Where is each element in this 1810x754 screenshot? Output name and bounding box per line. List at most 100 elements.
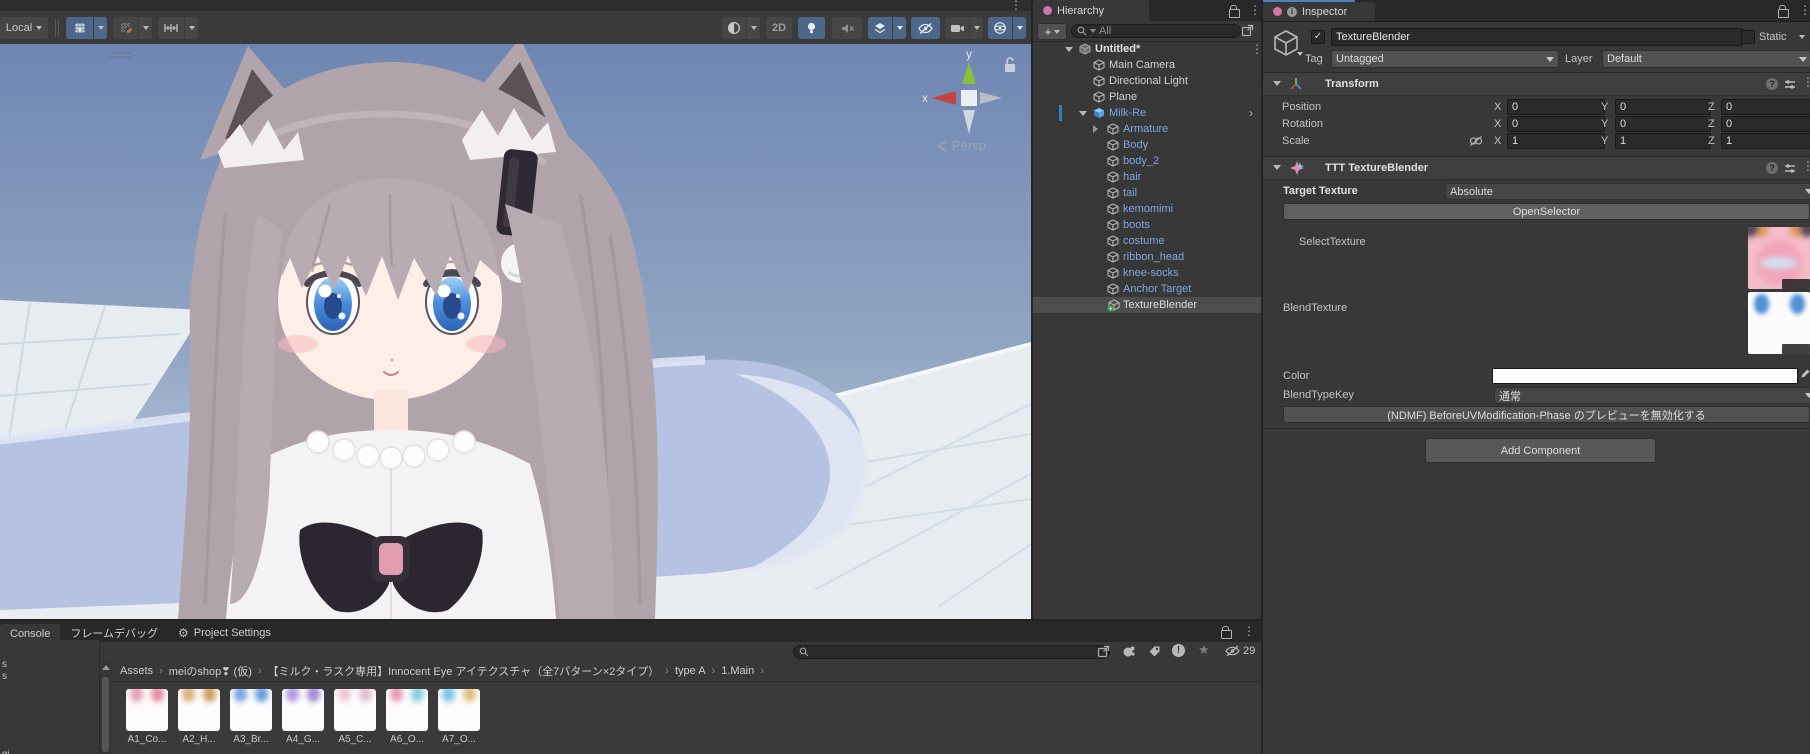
gizmo-down-axis[interactable] (963, 110, 975, 134)
snap-increment-button[interactable] (158, 17, 184, 39)
inspector-tab[interactable]: i Inspector (1263, 2, 1375, 21)
active-checkbox[interactable]: ✓ (1311, 30, 1325, 44)
kebab-menu-icon[interactable]: ⋮ (1243, 625, 1255, 637)
hierarchy-item-textureblender[interactable]: TextureBlender (1033, 297, 1261, 313)
gizmo-x-axis[interactable] (932, 91, 956, 105)
gizmo-y-axis[interactable] (962, 62, 976, 84)
breadcrumb-segment[interactable]: meiのshop❣ (仮) (169, 663, 252, 679)
hierarchy-item-directional-light[interactable]: Directional Light (1033, 73, 1261, 89)
hierarchy-item-kemomimi[interactable]: kemomimi (1033, 201, 1261, 217)
hierarchy-item-main-camera[interactable]: Main Camera (1033, 57, 1261, 73)
project-file-thumbnail[interactable] (438, 689, 480, 731)
scrollbar-up-arrow[interactable] (102, 665, 110, 670)
ndmf-preview-disable-button[interactable]: (NDMF) BeforeUVModification-Phase のプレビュー… (1283, 406, 1810, 423)
project-search-input[interactable] (793, 645, 1110, 659)
select-texture-thumbnail[interactable] (1748, 227, 1810, 289)
position-x-field[interactable]: 0 (1507, 99, 1605, 115)
scene-audio-button[interactable] (832, 17, 862, 39)
scene-camera-dropdown[interactable] (970, 17, 983, 39)
alert-icon[interactable]: ! (1172, 644, 1185, 657)
hierarchy-item-milk-re[interactable]: Milk-Re› (1033, 105, 1261, 121)
layer-dropdown[interactable]: Default (1602, 50, 1810, 68)
shading-mode-button[interactable] (722, 17, 746, 39)
hierarchy-item-ribbon-head[interactable]: ribbon_head (1033, 249, 1261, 265)
presets-icon[interactable] (1784, 79, 1796, 90)
2d-toggle-button[interactable]: 2D (766, 17, 792, 39)
search-by-label-icon[interactable] (1148, 645, 1161, 658)
eyedropper-icon[interactable] (1800, 368, 1810, 382)
hierarchy-item-armature[interactable]: Armature (1033, 121, 1261, 137)
project-file-name[interactable]: A2_H... (173, 734, 225, 745)
transform-header[interactable]: Transform ? ⋮ (1263, 72, 1810, 96)
scene-orientation-gizmo[interactable]: y x Persp (900, 46, 1030, 161)
add-gameobject-button[interactable]: + (1037, 23, 1067, 40)
foldout-arrow-icon[interactable] (1273, 165, 1281, 170)
folder-tree-item-label[interactable]: s (2, 671, 7, 682)
rotation-z-field[interactable]: 0 (1721, 116, 1810, 132)
project-file-thumbnail[interactable] (178, 689, 220, 731)
hierarchy-item-hair[interactable]: hair (1033, 169, 1261, 185)
rotation-y-field[interactable]: 0 (1615, 116, 1711, 132)
snap-grid-button[interactable] (113, 17, 138, 39)
foldout-closed-icon[interactable] (1093, 125, 1098, 133)
breadcrumb-segment[interactable]: type A (675, 665, 706, 677)
open-new-window-icon[interactable] (1241, 24, 1254, 37)
folder-tree-item-label[interactable]: gi (2, 749, 10, 754)
blend-type-key-dropdown[interactable]: 通常 (1494, 387, 1810, 404)
scale-z-field[interactable]: 1 (1721, 133, 1810, 149)
overlay-drag-handle[interactable] (108, 50, 134, 60)
breadcrumb-segment[interactable]: 1.Main (721, 665, 754, 677)
pivot-orientation-dropdown[interactable]: Local (0, 17, 48, 39)
target-texture-dropdown[interactable]: Absolute (1445, 183, 1810, 200)
kebab-menu-icon[interactable]: ⋮ (1802, 160, 1810, 172)
position-y-field[interactable]: 0 (1615, 99, 1711, 115)
texture-blender-header[interactable]: TTT TextureBlender ? ⋮ (1263, 156, 1810, 180)
project-file-thumbnail[interactable] (334, 689, 376, 731)
star-icon[interactable]: ★ (1198, 642, 1210, 658)
search-by-type-icon[interactable] (1122, 645, 1136, 658)
scale-y-field[interactable]: 1 (1615, 133, 1711, 149)
project-file-thumbnail[interactable] (230, 689, 272, 731)
project-file-name[interactable]: A3_Br... (225, 734, 277, 745)
folder-tree-item-label[interactable]: s (2, 659, 7, 670)
hierarchy-item-knee-socks[interactable]: knee-socks (1033, 265, 1261, 281)
project-file-name[interactable]: A1_Co... (121, 734, 173, 745)
gizmo-toggle-dropdown[interactable] (1013, 17, 1026, 39)
snap-increment-dropdown[interactable] (185, 17, 198, 39)
hierarchy-item-tail[interactable]: tail (1033, 185, 1261, 201)
help-icon[interactable]: ? (1766, 78, 1778, 90)
foldout-open-icon[interactable] (1065, 47, 1073, 52)
gizmo-lock-icon[interactable] (1005, 58, 1015, 72)
static-dropdown-chevron[interactable] (1799, 35, 1805, 39)
hierarchy-item-plane[interactable]: Plane (1033, 89, 1261, 105)
grid-visibility-button[interactable]: Y (66, 17, 93, 39)
add-component-button[interactable]: Add Component (1425, 438, 1656, 463)
kebab-menu-icon[interactable]: ⋮ (1799, 4, 1810, 16)
scene-canvas[interactable]: y x Persp (0, 44, 1031, 619)
gizmo-center-cube[interactable] (961, 90, 977, 106)
scene-lighting-button[interactable] (798, 17, 825, 39)
broken-link-icon[interactable] (1469, 135, 1483, 147)
scrollbar-thumb[interactable] (102, 677, 109, 752)
scene-camera-button[interactable] (945, 17, 969, 39)
presets-icon[interactable] (1784, 163, 1796, 174)
effects-button[interactable] (868, 17, 892, 39)
console-tab-project-settings[interactable]: ⚙Project Settings (168, 623, 281, 642)
hierarchy-search-input[interactable]: All (1071, 24, 1241, 38)
tag-dropdown[interactable]: Untagged (1331, 50, 1559, 68)
lock-icon[interactable] (1229, 9, 1240, 18)
scale-x-field[interactable]: 1 (1507, 133, 1605, 149)
scene-visibility-button[interactable] (911, 17, 940, 39)
gizmo-toggle-button[interactable] (988, 17, 1012, 39)
shading-mode-dropdown[interactable] (747, 17, 760, 39)
scene-overlay-menu-icon[interactable]: ⋮ (1010, 0, 1022, 11)
project-file-name[interactable]: A7_O... (433, 734, 485, 745)
open-selector-button[interactable]: OpenSelector (1283, 203, 1810, 220)
hierarchy-item-untitled[interactable]: Untitled*⋮ (1033, 41, 1261, 57)
prefab-open-chevron-icon[interactable]: › (1249, 106, 1253, 120)
gizmo-z-axis[interactable] (980, 92, 1002, 104)
help-icon[interactable]: ? (1766, 162, 1778, 174)
position-z-field[interactable]: 0 (1721, 99, 1810, 115)
project-folder-tree[interactable]: ssgie (0, 640, 100, 754)
eye-slash-icon[interactable] (1224, 645, 1241, 657)
